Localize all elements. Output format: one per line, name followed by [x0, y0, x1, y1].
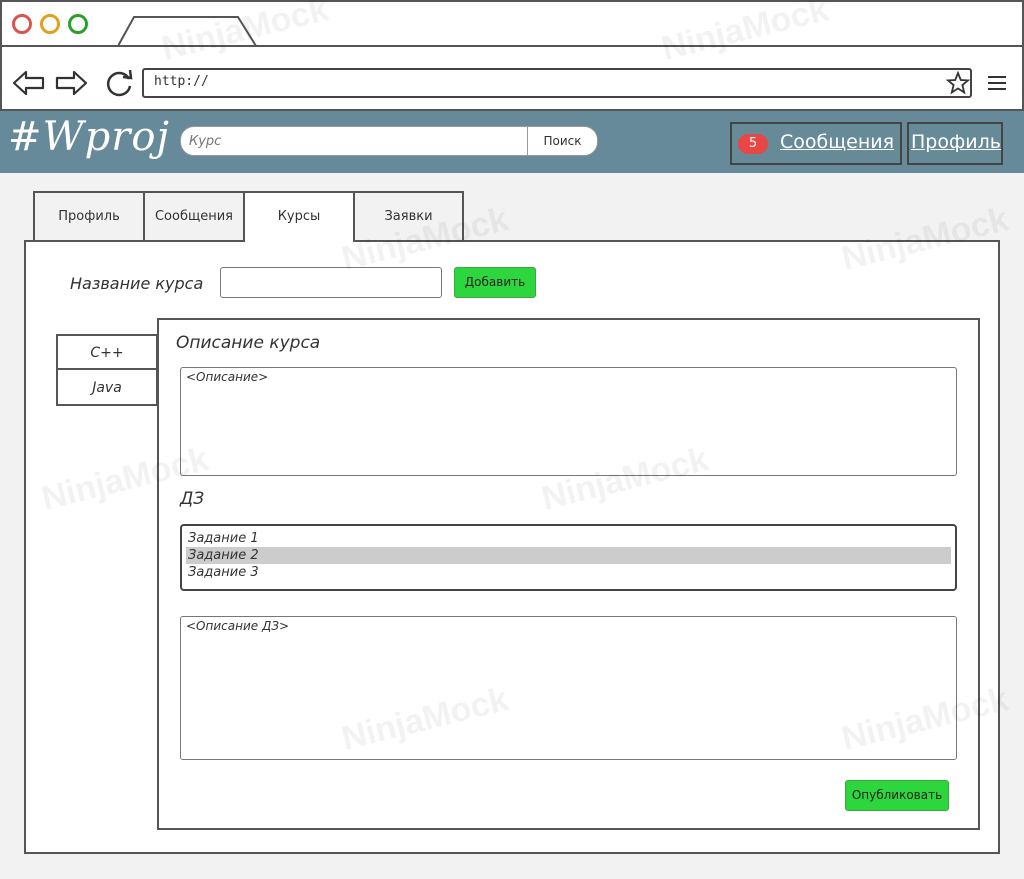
profile-link[interactable]: Профиль: [907, 122, 1003, 165]
address-bar-text: http://: [154, 74, 209, 89]
add-course-button[interactable]: Добавить: [454, 267, 536, 298]
browser-tab[interactable]: [118, 15, 258, 47]
search-bar: Поиск: [180, 126, 598, 156]
reload-icon[interactable]: [102, 66, 136, 100]
course-list: C++ Java: [56, 334, 158, 406]
messages-link[interactable]: 5 Сообщения: [730, 122, 902, 165]
forward-arrow-icon[interactable]: [54, 68, 88, 98]
maximize-window-icon[interactable]: [68, 14, 88, 34]
address-bar[interactable]: http://: [142, 68, 972, 98]
homework-item[interactable]: Задание 1: [186, 530, 951, 547]
minimize-window-icon[interactable]: [40, 14, 60, 34]
tab-requests[interactable]: Заявки: [353, 191, 464, 241]
homework-list[interactable]: Задание 1 Задание 2 Задание 3: [180, 524, 957, 591]
close-window-icon[interactable]: [12, 14, 32, 34]
search-input[interactable]: [181, 127, 527, 155]
course-description-textarea[interactable]: <Описание>: [180, 367, 957, 476]
homework-description-textarea[interactable]: <Описание ДЗ>: [180, 616, 957, 760]
homework-item-selected[interactable]: Задание 2: [186, 547, 951, 564]
course-name-label: Название курса: [70, 274, 204, 293]
bookmark-star-icon[interactable]: [946, 71, 970, 95]
back-arrow-icon[interactable]: [12, 68, 46, 98]
messages-count-badge: 5: [738, 134, 768, 154]
logo: #Wproj: [8, 114, 170, 160]
search-button[interactable]: Поиск: [527, 127, 597, 155]
messages-link-label: Сообщения: [780, 131, 895, 153]
active-tab-joint: [245, 239, 353, 243]
tab-profile[interactable]: Профиль: [33, 191, 145, 241]
publish-button[interactable]: Опубликовать: [845, 780, 949, 811]
course-item[interactable]: C++: [58, 336, 156, 370]
course-name-input[interactable]: [220, 267, 442, 298]
homework-item[interactable]: Задание 3: [186, 564, 951, 581]
menu-icon[interactable]: [988, 75, 1006, 91]
tab-messages[interactable]: Сообщения: [143, 191, 245, 241]
course-item[interactable]: Java: [58, 371, 156, 405]
course-description-text: <Описание>: [186, 370, 269, 384]
homework-title: ДЗ: [180, 489, 205, 509]
course-description-title: Описание курса: [176, 333, 321, 353]
tab-courses[interactable]: Курсы: [243, 191, 355, 243]
homework-description-text: <Описание ДЗ>: [186, 619, 290, 633]
profile-link-label: Профиль: [911, 131, 1001, 153]
